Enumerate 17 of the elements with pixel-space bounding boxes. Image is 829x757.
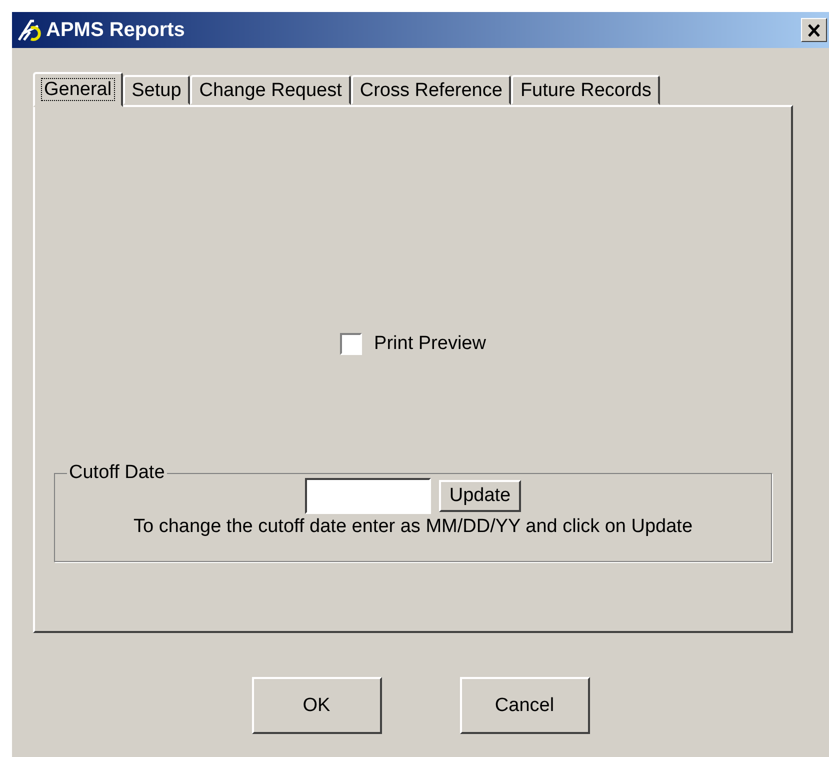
dialog-button[interactable]: Cancel [460,677,590,734]
logo-icon [16,18,44,42]
tab[interactable]: Change Request [190,75,351,105]
tab[interactable]: Future Records [511,75,660,105]
close-button[interactable] [801,18,827,42]
hint-text: To change the cutoff date enter as MM/DD/YY and click on Update [133,516,693,538]
tab[interactable]: Setup [122,75,190,105]
date-field[interactable] [305,478,432,514]
checkbox[interactable] [340,333,362,355]
group-title: Cutoff Date [68,462,166,484]
tab[interactable]: General [33,72,123,107]
checkbox-label: Print Preview [374,333,486,355]
update-button[interactable]: Update [439,480,521,512]
window-title: APMS Reports [46,18,186,42]
close-icon [807,24,821,36]
dialog-button[interactable]: OK [252,677,382,734]
tab[interactable]: Cross Reference [350,75,512,105]
